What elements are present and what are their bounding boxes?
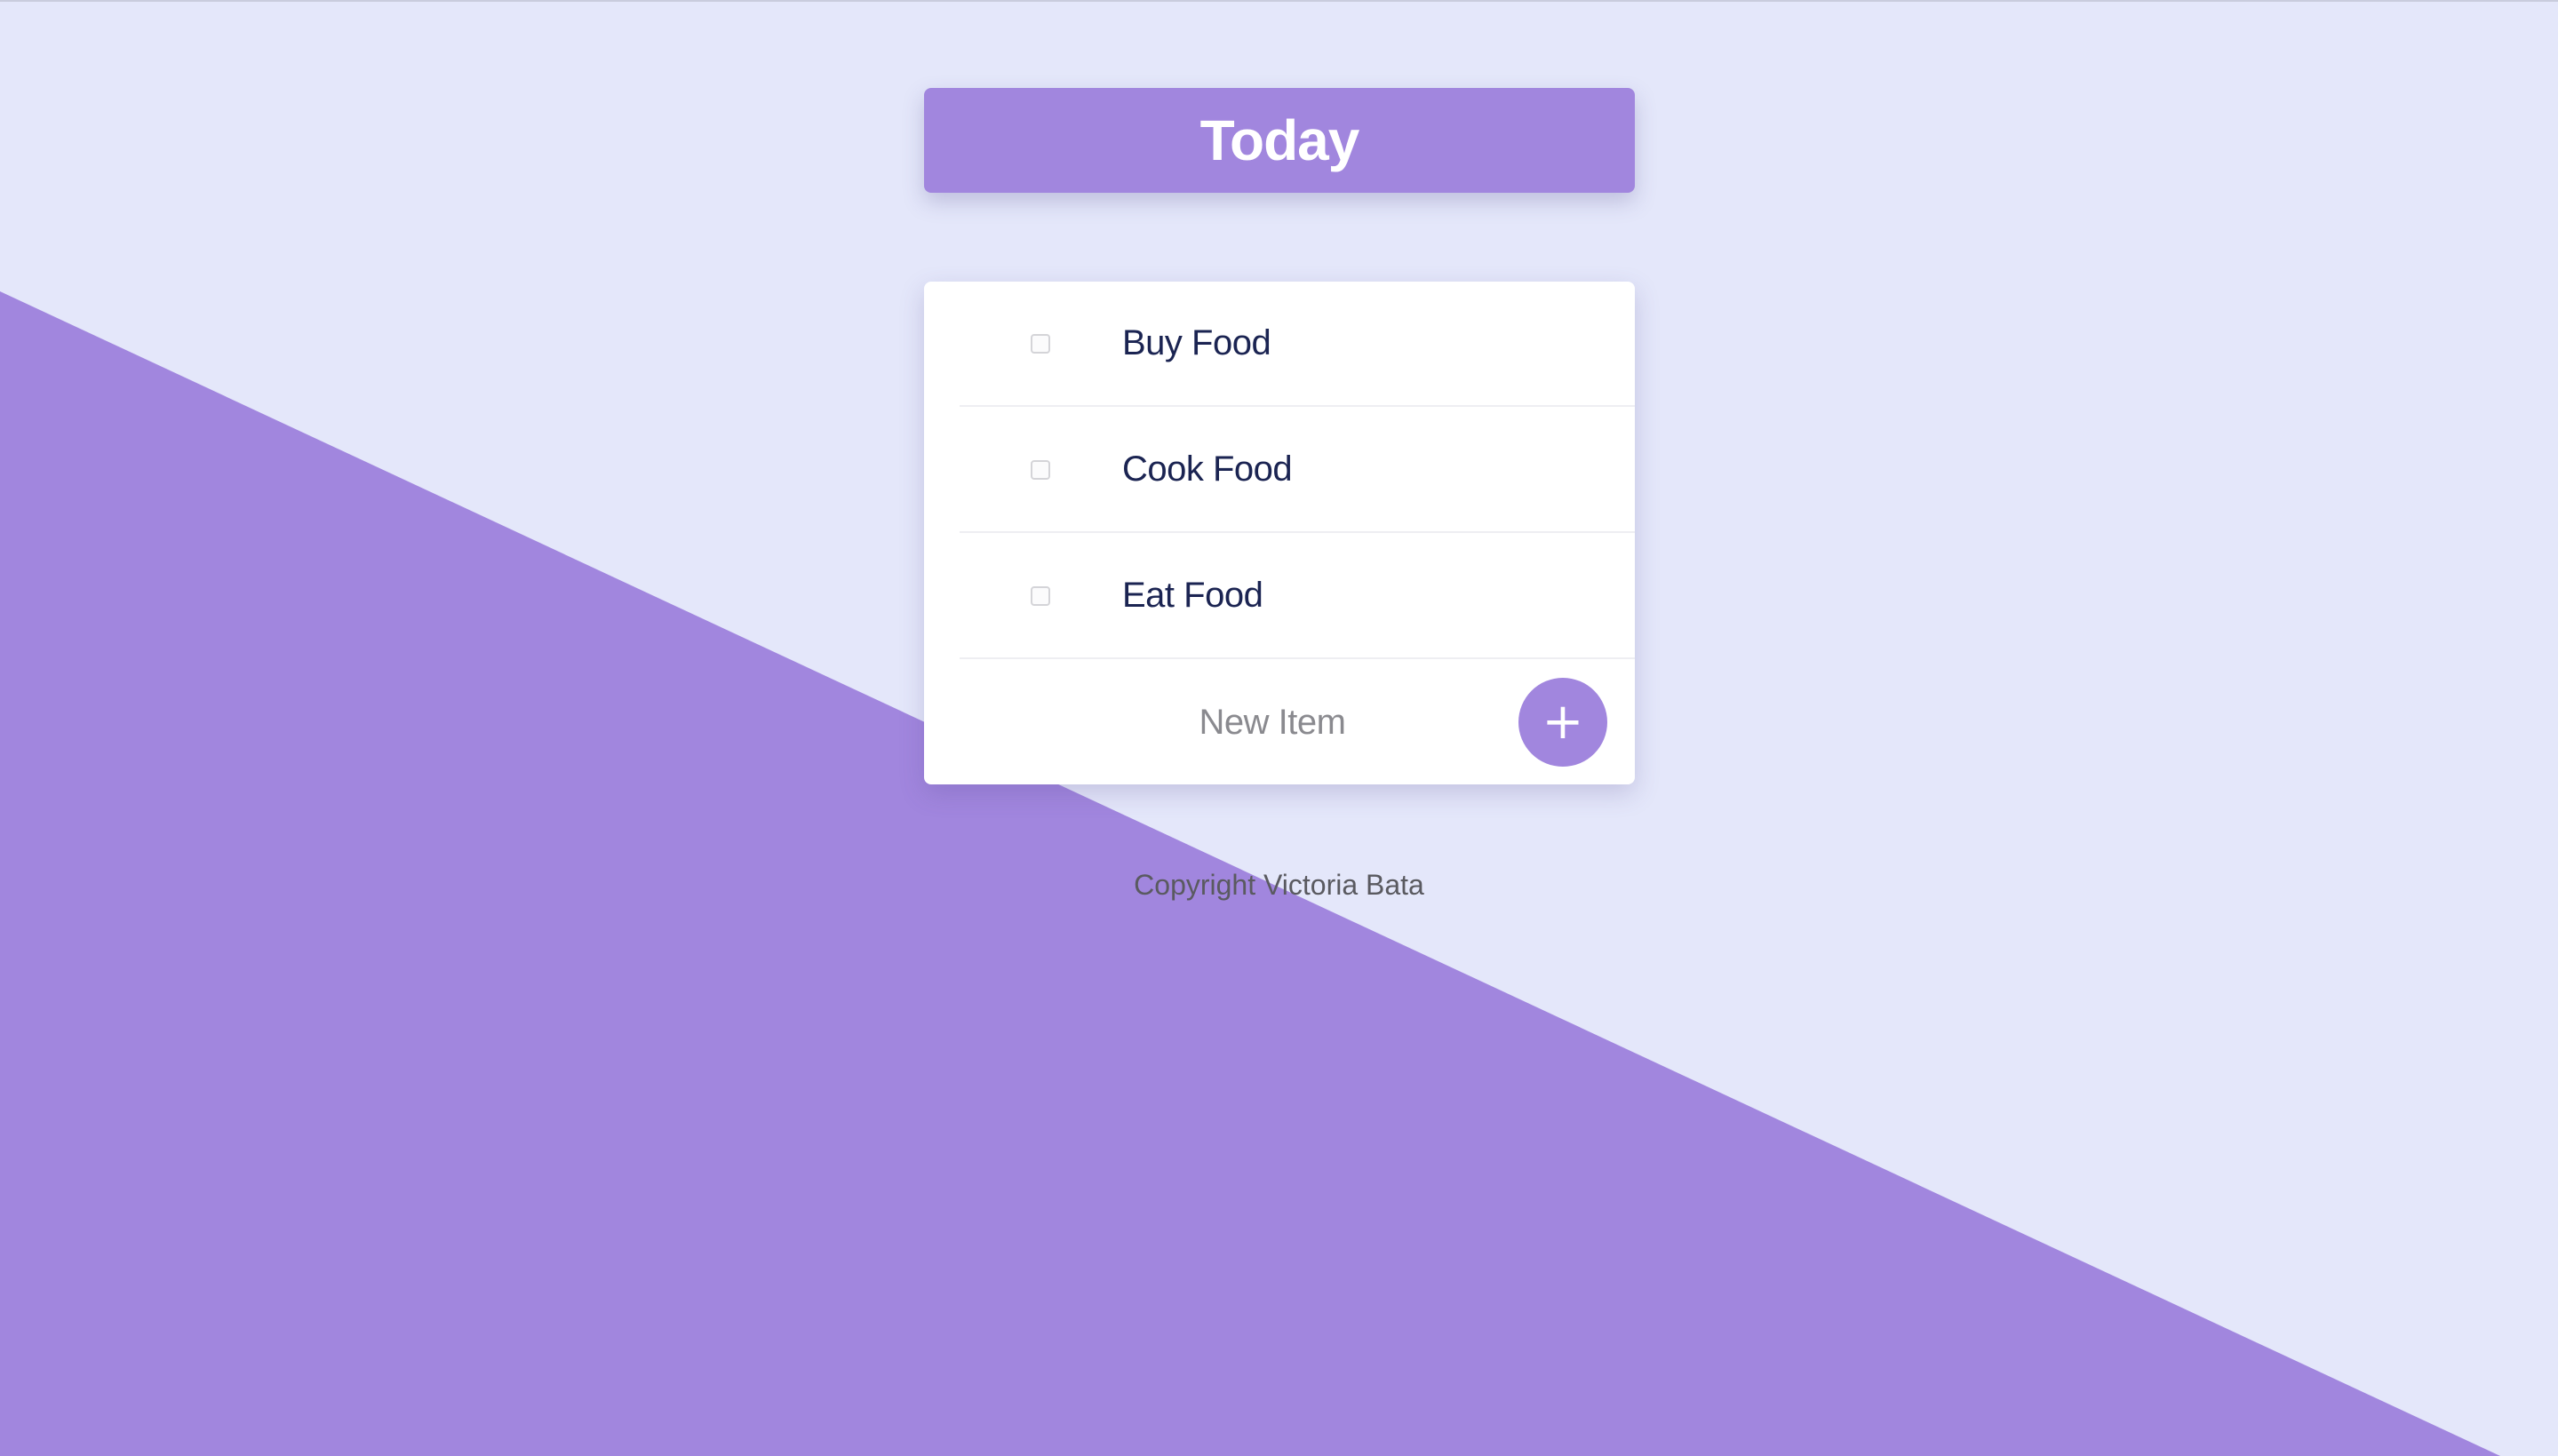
new-item-form: +	[924, 658, 1635, 784]
item-label: Cook Food	[1122, 450, 1293, 489]
list-item: Cook Food	[960, 408, 1635, 533]
heading-banner: Today	[924, 88, 1635, 193]
list-item: Buy Food	[960, 282, 1635, 407]
item-checkbox[interactable]	[1031, 585, 1050, 606]
item-checkbox[interactable]	[1031, 459, 1050, 480]
item-checkbox[interactable]	[1031, 333, 1050, 354]
page-title: Today	[1199, 108, 1360, 172]
todo-list-card: Buy Food Cook Food Eat Food +	[924, 282, 1635, 784]
list-item: Eat Food	[960, 534, 1635, 659]
add-item-button[interactable]: +	[1518, 678, 1607, 767]
new-item-input[interactable]	[1057, 690, 1487, 754]
item-label: Buy Food	[1122, 323, 1271, 362]
item-label: Eat Food	[1122, 576, 1263, 615]
copyright-footer: Copyright Victoria Bata	[1134, 869, 1424, 901]
